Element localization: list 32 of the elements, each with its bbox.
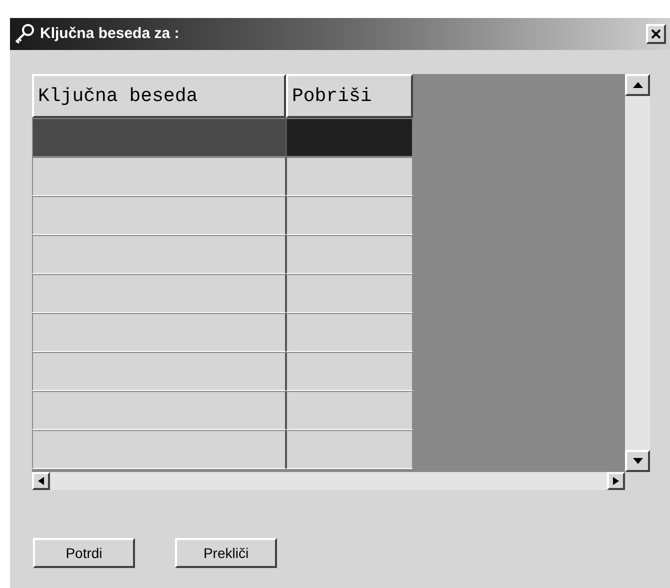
table-cell[interactable] [286, 118, 413, 157]
table-cell[interactable] [32, 235, 286, 274]
table-cell[interactable] [286, 352, 413, 391]
key-icon [14, 23, 36, 45]
table-cell[interactable] [32, 274, 286, 313]
horizontal-scrollbar[interactable] [32, 472, 625, 490]
table-cell[interactable] [32, 196, 286, 235]
table-cell[interactable] [32, 118, 286, 157]
table-cell[interactable] [32, 391, 286, 430]
confirm-button[interactable]: Potrdi [33, 538, 135, 568]
column-header[interactable]: Pobriši [286, 74, 413, 118]
window-title: Ključna beseda za : [40, 24, 180, 44]
table-cell[interactable] [286, 157, 413, 196]
column-header[interactable]: Ključna beseda [32, 74, 286, 118]
table-cell[interactable] [32, 157, 286, 196]
table-cell[interactable] [32, 313, 286, 352]
table-cell[interactable] [286, 274, 413, 313]
left-arrow-icon [38, 477, 44, 485]
table-cell[interactable] [286, 196, 413, 235]
table-cell[interactable] [286, 430, 413, 469]
down-arrow-icon [632, 458, 642, 464]
right-arrow-icon [613, 477, 619, 485]
close-button[interactable] [646, 24, 666, 44]
table-cell[interactable] [286, 313, 413, 352]
up-arrow-icon [632, 82, 642, 88]
table-cell[interactable] [286, 235, 413, 274]
table-cell[interactable] [32, 352, 286, 391]
cancel-button[interactable]: Prekliči [175, 538, 277, 568]
table-cell[interactable] [32, 430, 286, 469]
close-icon [651, 29, 661, 39]
table-cell[interactable] [286, 391, 413, 430]
vertical-scrollbar[interactable] [625, 74, 650, 472]
